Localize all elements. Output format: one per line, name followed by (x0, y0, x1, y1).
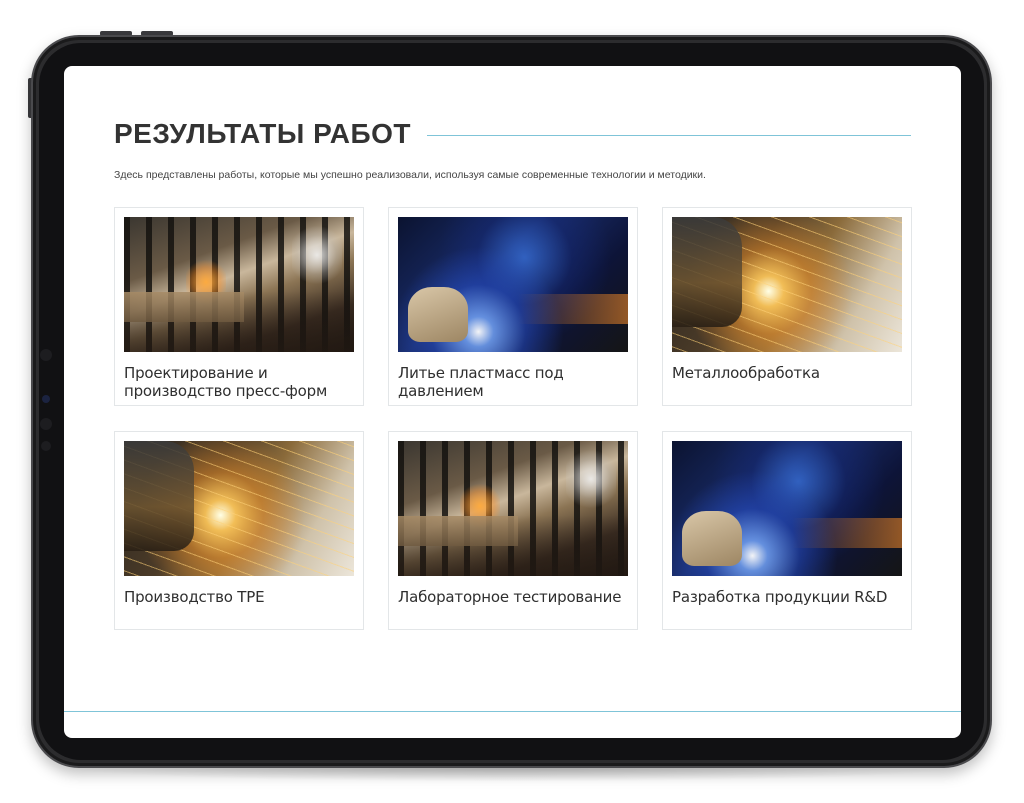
work-card-title: Лабораторное тестирование (398, 588, 622, 606)
work-card[interactable]: Производство TPE (114, 431, 364, 630)
welding-image (672, 441, 902, 576)
grinding-sparks-image (672, 217, 902, 352)
work-card-title: Проектирование и производство пресс-форм (124, 364, 328, 400)
works-grid: Проектирование и производство пресс-форм… (114, 207, 912, 630)
work-card[interactable]: Литье пластмасс под давлением (388, 207, 638, 406)
work-card[interactable]: Лабораторное тестирование (388, 431, 638, 630)
work-card-title: Металлообработка (672, 364, 820, 382)
section-heading: РЕЗУЛЬТАТЫ РАБОТ (114, 114, 911, 154)
sensor-dot (41, 441, 51, 451)
sensor-dot (40, 418, 52, 430)
camera-lens-icon (42, 395, 50, 403)
work-card-title: Разработка продукции R&D (672, 588, 888, 606)
page-title: РЕЗУЛЬТАТЫ РАБОТ (114, 118, 412, 149)
work-card-title: Литье пластмасс под давлением (398, 364, 564, 400)
works-section: РЕЗУЛЬТАТЫ РАБОТ Здесь представлены рабо… (114, 114, 912, 630)
work-card-title: Производство TPE (124, 588, 265, 606)
footer-divider (64, 711, 961, 712)
welding-image (398, 217, 628, 352)
sensor-dot (40, 349, 52, 361)
work-card[interactable]: Металлообработка (662, 207, 912, 406)
work-card[interactable]: Разработка продукции R&D (662, 431, 912, 630)
work-card[interactable]: Проектирование и производство пресс-форм (114, 207, 364, 406)
grinding-sparks-image (124, 441, 354, 576)
page-stage: РЕЗУЛЬТАТЫ РАБОТ Здесь представлены рабо… (0, 0, 1024, 803)
factory-interior-image (398, 441, 628, 576)
tablet-screen: РЕЗУЛЬТАТЫ РАБОТ Здесь представлены рабо… (64, 66, 961, 738)
heading-divider (427, 134, 911, 136)
section-intro: Здесь представлены работы, которые мы ус… (114, 169, 706, 181)
factory-interior-image (124, 217, 354, 352)
